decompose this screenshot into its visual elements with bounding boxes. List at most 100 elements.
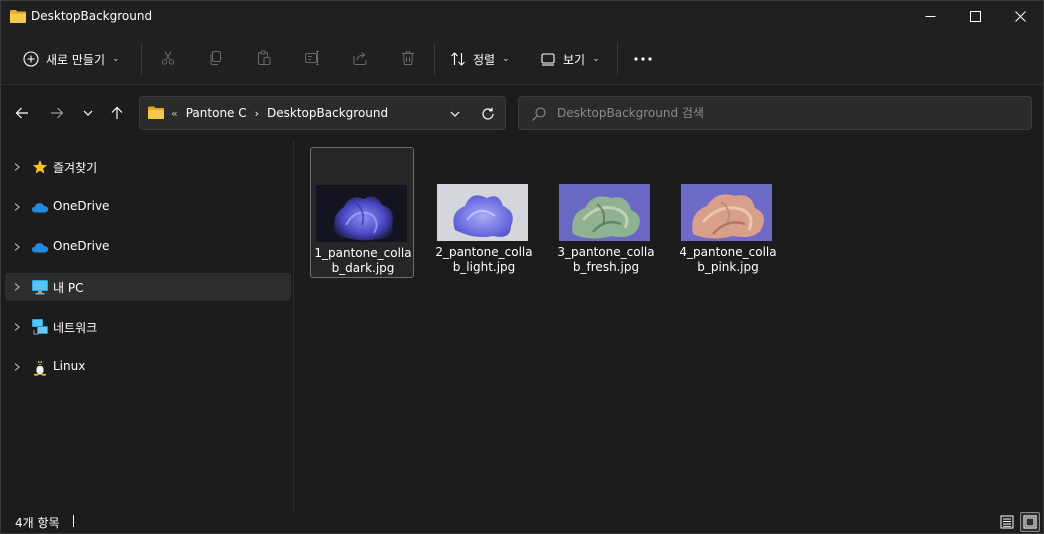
sidebar-item-onedrive[interactable]: OneDrive: [5, 233, 291, 261]
cut-button[interactable]: [157, 47, 179, 69]
file-explorer-window: DesktopBackground 새로 만들기 ⌄ 정렬 ⌄ 보기 ⌄ « P…: [0, 0, 1044, 534]
chevron-right-icon[interactable]: [11, 281, 23, 293]
breadcrumb-overflow[interactable]: «: [171, 107, 178, 120]
file-item[interactable]: 1_pantone_collab_dark.jpg: [310, 147, 414, 278]
sort-button[interactable]: 정렬 ⌄: [450, 45, 510, 73]
forward-button[interactable]: [46, 102, 68, 124]
address-history-button[interactable]: [447, 106, 463, 122]
cloud-icon: [31, 198, 49, 216]
sidebar-item-label: 네트워크: [53, 321, 98, 335]
sidebar-item-linux[interactable]: Linux: [5, 353, 291, 381]
sidebar-item-label: Linux: [53, 359, 86, 373]
sidebar-item-favorites[interactable]: 즐겨찾기: [5, 153, 291, 181]
more-options-button[interactable]: [631, 47, 655, 71]
chevron-right-icon[interactable]: [11, 201, 23, 213]
chevron-right-icon[interactable]: [11, 361, 23, 373]
image-thumbnail: [316, 185, 407, 242]
file-list: 1_pantone_collab_dark.jpg 2_pantone_coll…: [294, 141, 1043, 511]
plus-circle-icon: [23, 51, 39, 67]
up-button[interactable]: [106, 102, 128, 124]
file-name: 2_pantone_collab_light.jpg: [435, 245, 533, 274]
new-button[interactable]: 새로 만들기 ⌄: [15, 45, 128, 73]
sidebar-item-this-pc[interactable]: 내 PC: [5, 273, 291, 301]
search-box[interactable]: [518, 96, 1032, 130]
refresh-button[interactable]: [479, 105, 497, 123]
share-button[interactable]: [349, 47, 371, 69]
paste-icon: [258, 50, 271, 65]
arrow-up-icon: [111, 106, 123, 119]
image-thumbnail: [437, 184, 528, 241]
linux-icon: [31, 358, 49, 376]
status-divider: [73, 515, 74, 527]
window-title: DesktopBackground: [31, 9, 153, 23]
view-button[interactable]: 보기 ⌄: [540, 45, 600, 73]
chevron-right-icon[interactable]: [11, 161, 23, 173]
sidebar-item-label: 내 PC: [53, 281, 84, 295]
chevron-right-icon[interactable]: [11, 241, 23, 253]
view-button-label: 보기: [563, 52, 586, 67]
status-bar: 4개 항목: [1, 511, 1043, 533]
thumbnail-view-icon: [1023, 515, 1037, 529]
copy-icon: [210, 51, 221, 65]
search-input[interactable]: [557, 104, 1017, 122]
folder-icon: [148, 106, 164, 119]
toolbar-divider: [141, 43, 142, 75]
maximize-button[interactable]: [952, 1, 998, 31]
sidebar-item-onedrive[interactable]: OneDrive: [5, 193, 291, 221]
delete-icon: [402, 51, 414, 65]
title-bar: DesktopBackground: [1, 1, 1043, 33]
sort-button-label: 정렬: [473, 52, 496, 67]
breadcrumb-separator[interactable]: ›: [255, 107, 259, 120]
cut-icon: [161, 51, 175, 65]
file-item[interactable]: 2_pantone_collab_light.jpg: [432, 147, 536, 278]
close-button[interactable]: [997, 1, 1043, 31]
new-button-label: 새로 만들기: [46, 52, 106, 67]
sidebar-item-label: OneDrive: [53, 239, 110, 253]
navigation-pane: 즐겨찾기 OneDrive OneDrive 내 PC 네트워크 Linux: [1, 141, 293, 511]
file-name: 1_pantone_collab_dark.jpg: [314, 246, 412, 275]
breadcrumb: « Pantone C › DesktopBackground: [171, 106, 388, 120]
sidebar-item-network[interactable]: 네트워크: [5, 313, 291, 341]
image-thumbnail: [681, 184, 772, 241]
file-item[interactable]: 4_pantone_collab_pink.jpg: [676, 147, 780, 278]
navigation-row: « Pantone C › DesktopBackground: [1, 86, 1043, 140]
chevron-down-icon: [450, 111, 460, 117]
recent-locations-button[interactable]: [77, 102, 99, 124]
breadcrumb-item[interactable]: Pantone C: [186, 106, 247, 120]
star-icon: [31, 158, 49, 176]
network-icon: [31, 318, 49, 336]
arrow-right-icon: [51, 107, 64, 119]
minimize-icon: [925, 15, 935, 17]
back-button[interactable]: [11, 102, 33, 124]
file-item[interactable]: 3_pantone_collab_fresh.jpg: [554, 147, 658, 278]
chevron-down-icon: ⌄: [502, 54, 510, 64]
chevron-right-icon[interactable]: [11, 321, 23, 333]
refresh-icon: [482, 107, 494, 120]
chevron-down-icon: ⌄: [112, 54, 120, 64]
chevron-down-icon: ⌄: [592, 54, 600, 64]
search-icon: [532, 107, 546, 121]
file-name: 4_pantone_collab_pink.jpg: [679, 245, 777, 274]
more-icon: [634, 57, 652, 61]
close-icon: [1014, 10, 1026, 22]
maximize-icon: [969, 10, 981, 22]
breadcrumb-item[interactable]: DesktopBackground: [267, 106, 388, 120]
share-icon: [353, 52, 367, 65]
address-bar[interactable]: « Pantone C › DesktopBackground: [139, 96, 506, 130]
command-bar: 새로 만들기 ⌄ 정렬 ⌄ 보기 ⌄: [1, 33, 1043, 85]
details-view-icon: [1000, 515, 1014, 529]
delete-button[interactable]: [397, 47, 419, 69]
rename-button[interactable]: [301, 47, 323, 69]
copy-button[interactable]: [205, 47, 227, 69]
minimize-button[interactable]: [907, 1, 953, 31]
details-view-button[interactable]: [997, 512, 1017, 532]
rename-icon: [305, 51, 319, 65]
sidebar-item-label: OneDrive: [53, 199, 110, 213]
cloud-icon: [31, 238, 49, 256]
view-icon: [541, 53, 555, 66]
thumbnail-view-button[interactable]: [1020, 512, 1040, 532]
paste-button[interactable]: [253, 47, 275, 69]
item-count: 4개 항목: [15, 516, 60, 530]
sidebar-item-label: 즐겨찾기: [53, 161, 98, 175]
image-thumbnail: [559, 184, 650, 241]
